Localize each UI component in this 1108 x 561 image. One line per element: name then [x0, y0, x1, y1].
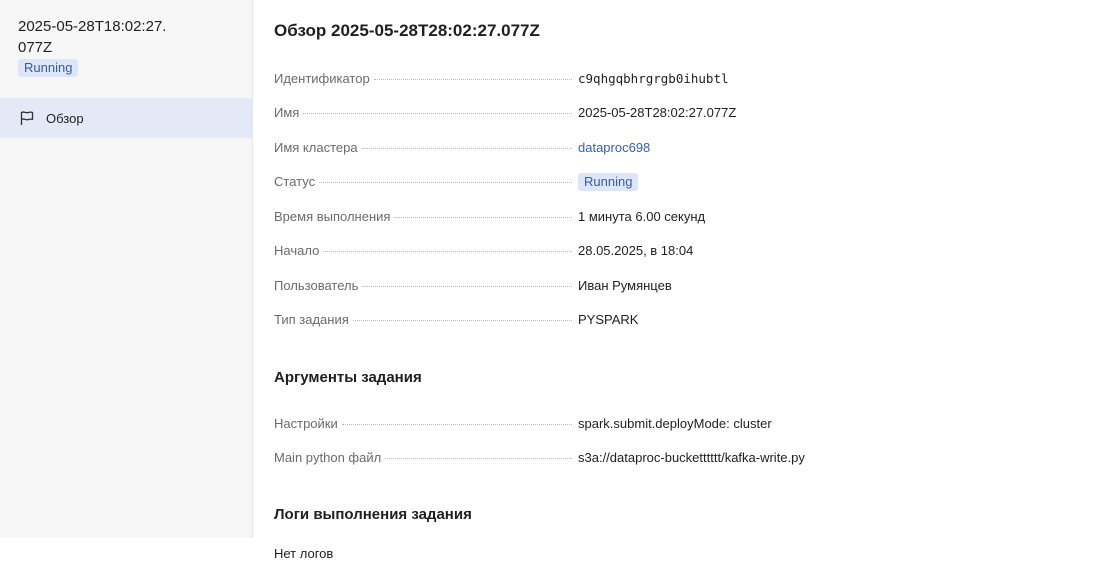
- leader-dots: [323, 251, 572, 253]
- field-label: Main python файл: [274, 450, 382, 466]
- sidebar-item-label: Обзор: [46, 110, 84, 126]
- field-label: Пользователь: [274, 277, 359, 293]
- field-label: Настройки: [274, 415, 338, 431]
- leader-dots: [319, 182, 572, 184]
- leader-dots: [341, 423, 572, 425]
- start-value: 28.05.2025, в 18:04: [578, 243, 694, 259]
- field-label: Статус: [274, 174, 316, 190]
- leader-dots: [352, 320, 572, 322]
- field-row-settings: Настройки spark.submit.deployMode: clust…: [274, 406, 1108, 441]
- leader-dots: [362, 285, 572, 287]
- leader-dots: [385, 458, 572, 460]
- settings-value: spark.submit.deployMode: cluster: [578, 415, 772, 431]
- sidebar-header: 2025-05-28T18:02:27.077Z Running: [0, 0, 252, 82]
- sidebar: 2025-05-28T18:02:27.077Z Running Обзор: [0, 0, 253, 538]
- field-label: Имя: [274, 105, 300, 121]
- field-label: Идентификатор: [274, 70, 370, 86]
- leader-dots: [373, 78, 572, 80]
- field-row-id: Идентификатор c9qhgqbhrgrgb0ihubtl: [274, 61, 1108, 96]
- field-label: Тип задания: [274, 312, 349, 328]
- job-id-value: c9qhgqbhrgrgb0ihubtl: [578, 70, 729, 86]
- field-label: Время выполнения: [274, 208, 391, 224]
- field-row-main-file: Main python файл s3a://dataproc-buckettt…: [274, 441, 1108, 476]
- status-badge: Running: [18, 59, 79, 77]
- flag-icon: [18, 109, 36, 127]
- field-label: Имя кластера: [274, 139, 358, 155]
- field-row-cluster: Имя кластера dataproc698: [274, 130, 1108, 165]
- leader-dots: [394, 216, 572, 218]
- args-section-title: Аргументы задания: [274, 369, 422, 386]
- field-row-duration: Время выполнения 1 минута 6.00 секунд: [274, 199, 1108, 234]
- args-fields: Настройки spark.submit.deployMode: clust…: [274, 406, 1108, 475]
- main-content: Обзор 2025-05-28T28:02:27.077Z Идентифик…: [253, 0, 1108, 561]
- logs-section-title: Логи выполнения задания: [274, 506, 472, 523]
- field-row-status: Статус Running: [274, 165, 1108, 200]
- field-label: Начало: [274, 243, 320, 259]
- field-row-type: Тип задания PYSPARK: [274, 303, 1108, 338]
- leader-dots: [303, 113, 572, 115]
- field-row-start: Начало 28.05.2025, в 18:04: [274, 234, 1108, 269]
- duration-value: 1 минута 6.00 секунд: [578, 208, 706, 224]
- leader-dots: [361, 147, 572, 149]
- field-row-name: Имя 2025-05-28T28:02:27.077Z: [274, 96, 1108, 131]
- main-file-value: s3a://dataproc-bucketttttt/kafka-write.p…: [578, 450, 805, 466]
- status-badge: Running: [578, 172, 639, 191]
- user-value: Иван Румянцев: [578, 277, 672, 293]
- page-title: Обзор 2025-05-28T28:02:27.077Z: [274, 21, 540, 40]
- sidebar-item-overview[interactable]: Обзор: [0, 98, 252, 138]
- no-logs-text: Нет логов: [274, 546, 334, 561]
- job-name-value: 2025-05-28T28:02:27.077Z: [578, 105, 737, 121]
- job-type-value: PYSPARK: [578, 312, 639, 328]
- field-row-user: Пользователь Иван Румянцев: [274, 268, 1108, 303]
- sidebar-title: 2025-05-28T18:02:27.077Z: [18, 18, 167, 56]
- overview-fields: Идентификатор c9qhgqbhrgrgb0ihubtl Имя 2…: [274, 61, 1108, 337]
- cluster-link[interactable]: dataproc698: [578, 140, 650, 155]
